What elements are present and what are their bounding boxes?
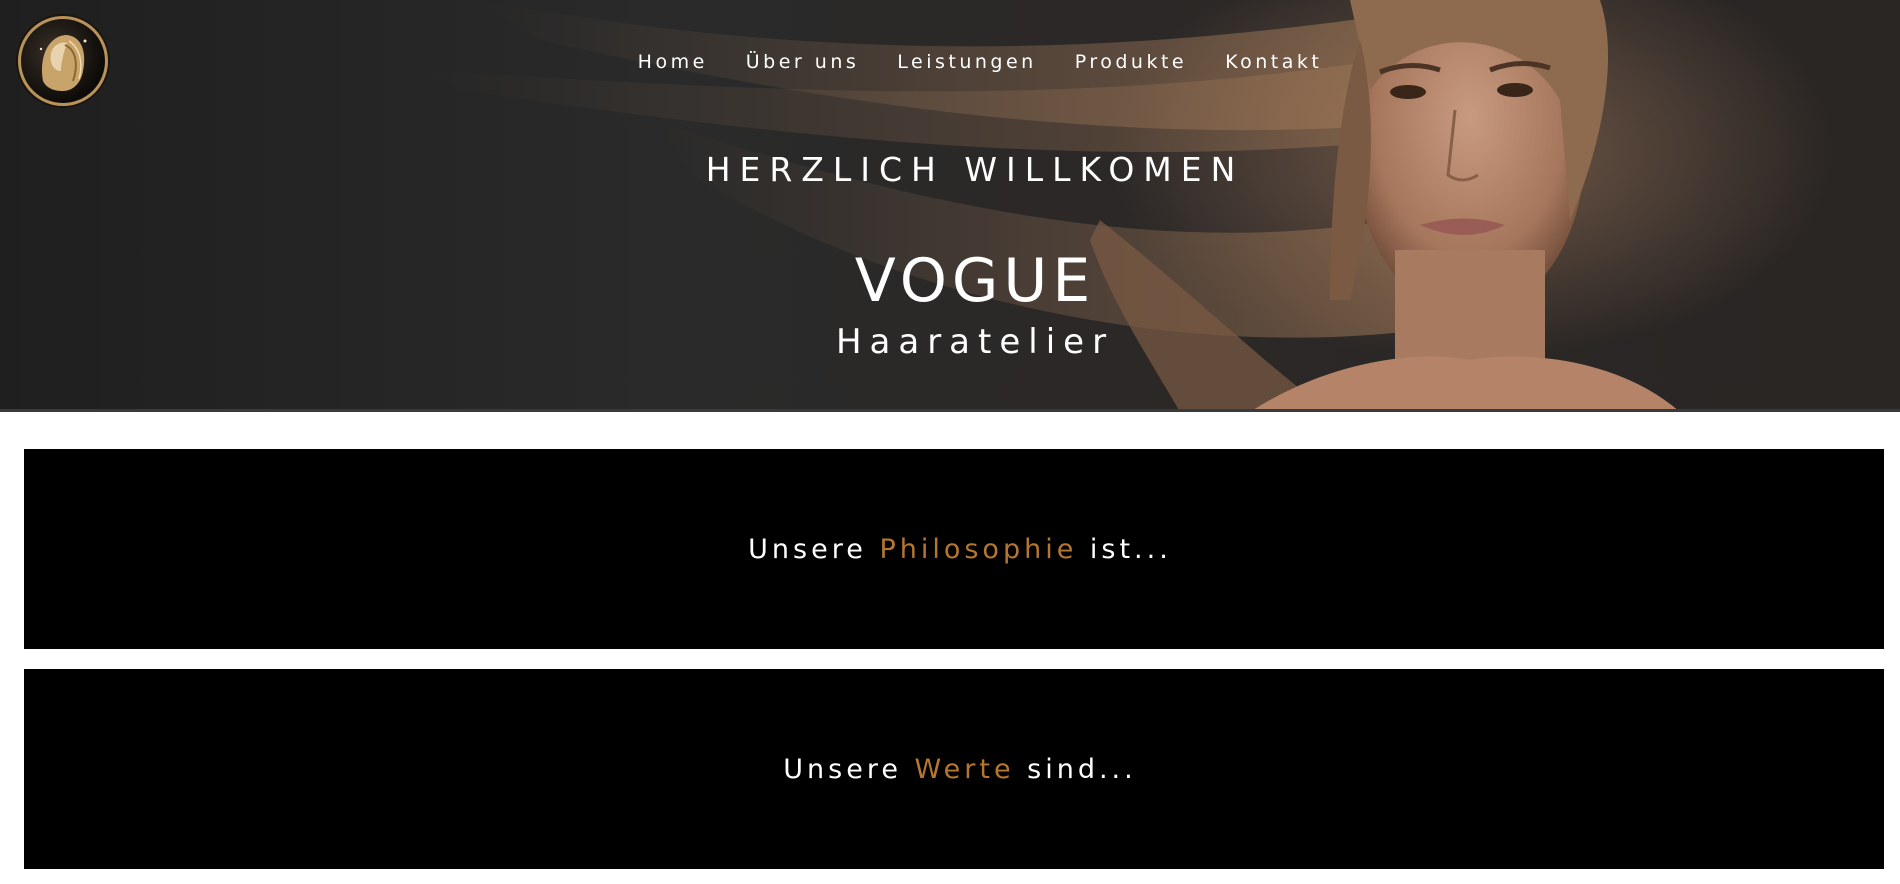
philosophy-prefix: Unsere [748, 533, 867, 565]
values-prefix: Unsere [783, 753, 902, 785]
nav-produkte[interactable]: Produkte [1075, 50, 1187, 74]
nav-leistungen[interactable]: Leistungen [897, 50, 1036, 74]
nav-kontakt[interactable]: Kontakt [1225, 50, 1322, 74]
philosophy-suffix: ist... [1089, 533, 1172, 565]
values-highlight: Werte [914, 753, 1015, 785]
nav-ueber-uns[interactable]: Über uns [746, 50, 860, 74]
values-heading: Unsere Werte sind... [771, 754, 1136, 785]
hero-banner: Home Über uns Leistungen Produkte Kontak… [0, 0, 1900, 412]
welcome-heading: HERZLICH WILLKOMEN [705, 150, 1245, 189]
brand-subtitle: Haaratelier [835, 322, 1115, 362]
philosophy-heading: Unsere Philosophie ist... [736, 534, 1172, 565]
philosophy-section: Unsere Philosophie ist... [24, 449, 1884, 649]
nav-home[interactable]: Home [638, 50, 708, 74]
values-section: Unsere Werte sind... [24, 669, 1884, 869]
philosophy-highlight: Philosophie [879, 533, 1078, 565]
brand-title: VOGUE [854, 246, 1096, 316]
main-navigation: Home Über uns Leistungen Produkte Kontak… [0, 50, 1900, 74]
values-suffix: sind... [1027, 753, 1137, 785]
